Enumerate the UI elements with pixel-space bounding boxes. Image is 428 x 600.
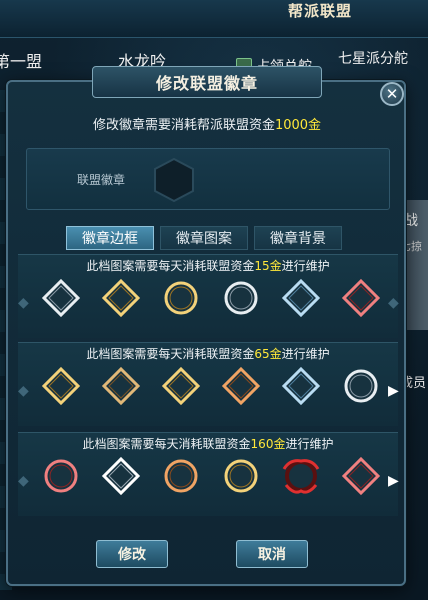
tier-1-heading: 此档图案需要每天消耗联盟资金15金进行维护 (18, 257, 398, 274)
badge-frame-red-diamond-icon[interactable] (340, 455, 382, 497)
tier-2-suffix: 进行维护 (281, 347, 330, 361)
badge-frame-orange-ring-icon[interactable] (160, 455, 202, 497)
tier-1-prefix: 此档图案需要每天消耗联盟资金 (86, 259, 255, 273)
tier-2-frames (40, 365, 382, 407)
tier-1-next-arrow-icon[interactable]: ◆ (388, 295, 399, 311)
modify-button[interactable]: 修改 (96, 540, 168, 568)
tier-1: 此档图案需要每天消耗联盟资金15金进行维护 ◆ ◆ (18, 254, 399, 338)
right-text-1: 战 (404, 213, 418, 229)
tier-2-next-arrow-icon[interactable]: ▶ (388, 383, 399, 399)
tier-3-prev-arrow-icon[interactable]: ◆ (18, 473, 29, 489)
tier-1-frames (40, 277, 382, 319)
cancel-button[interactable]: 取消 (236, 540, 308, 568)
badge-preview-box: 联盟徽章 (26, 148, 390, 210)
badge-frame-gold-ring-icon[interactable] (220, 455, 262, 497)
sect-label: 七星派分舵 (338, 51, 408, 67)
tab-pattern[interactable]: 徽章图案 (160, 226, 248, 250)
badge-frame-silver-diamond-icon[interactable] (40, 277, 82, 319)
tier-1-prev-arrow-icon[interactable]: ◆ (18, 295, 29, 311)
badge-frame-silver-ring-icon[interactable] (220, 277, 262, 319)
badge-frame-gold-diamond-icon[interactable] (40, 365, 82, 407)
badge-frame-blue-diamond-icon[interactable] (280, 365, 322, 407)
dialog-title: 修改联盟徽章 (92, 66, 322, 98)
tier-3-next-arrow-icon[interactable]: ▶ (388, 473, 399, 489)
badge-frame-red-ring-icon[interactable] (40, 455, 82, 497)
badge-frame-gold-ring-icon[interactable] (160, 277, 202, 319)
tier-1-amount: 15金 (254, 259, 282, 273)
badge-frame-gold-diamond-icon[interactable] (160, 365, 202, 407)
tier-3-prefix: 此档图案需要每天消耗联盟资金 (82, 437, 251, 451)
cost-info: 修改徽章需要消耗帮派联盟资金1000金 (20, 114, 394, 133)
badge-frame-silver-ring-icon[interactable] (340, 365, 382, 407)
tier-2-prev-arrow-icon[interactable]: ◆ (18, 383, 29, 399)
tier-3-frames (40, 455, 382, 497)
cost-info-prefix: 修改徽章需要消耗帮派联盟资金 (92, 118, 275, 133)
badge-frame-red-diamond-icon[interactable] (340, 277, 382, 319)
tab-bar: 徽章边框 徽章图案 徽章背景 (66, 226, 342, 250)
screen-title: 帮派联盟 (287, 2, 352, 20)
close-icon[interactable]: ✕ (380, 82, 404, 106)
tab-frame[interactable]: 徽章边框 (66, 226, 154, 250)
badge-frame-gold-diamond-icon[interactable] (100, 277, 142, 319)
badge-frame-white-diamond-icon[interactable] (100, 455, 142, 497)
tier-2-prefix: 此档图案需要每天消耗联盟资金 (86, 347, 255, 361)
badge-label: 联盟徽章 (77, 173, 126, 187)
badge-frame-blue-diamond-icon[interactable] (280, 277, 322, 319)
modify-badge-dialog: 修改徽章需要消耗帮派联盟资金1000金 联盟徽章 徽章边框 徽章图案 徽章背景 … (6, 80, 406, 586)
tier-3: 此档图案需要每天消耗联盟资金160金进行维护 ◆ ▶ (18, 432, 399, 516)
badge-preview-icon (154, 157, 194, 203)
tier-2-amount: 65金 (254, 347, 282, 361)
tier-1-suffix: 进行维护 (281, 259, 330, 273)
tier-3-suffix: 进行维护 (285, 437, 334, 451)
tab-background[interactable]: 徽章背景 (254, 226, 342, 250)
badge-frame-orange-diamond-icon[interactable] (220, 365, 262, 407)
cost-amount: 1000金 (274, 118, 322, 133)
tier-2: 此档图案需要每天消耗联盟资金65金进行维护 ◆ ▶ (18, 342, 399, 426)
tier-2-heading: 此档图案需要每天消耗联盟资金65金进行维护 (18, 345, 398, 362)
tier-3-amount: 160金 (250, 437, 286, 451)
alliance-rank: 第一盟 (0, 52, 43, 71)
badge-frame-bronze-diamond-icon[interactable] (100, 365, 142, 407)
tier-3-heading: 此档图案需要每天消耗联盟资金160金进行维护 (18, 435, 398, 452)
badge-frame-red-claw-icon[interactable] (280, 455, 322, 497)
